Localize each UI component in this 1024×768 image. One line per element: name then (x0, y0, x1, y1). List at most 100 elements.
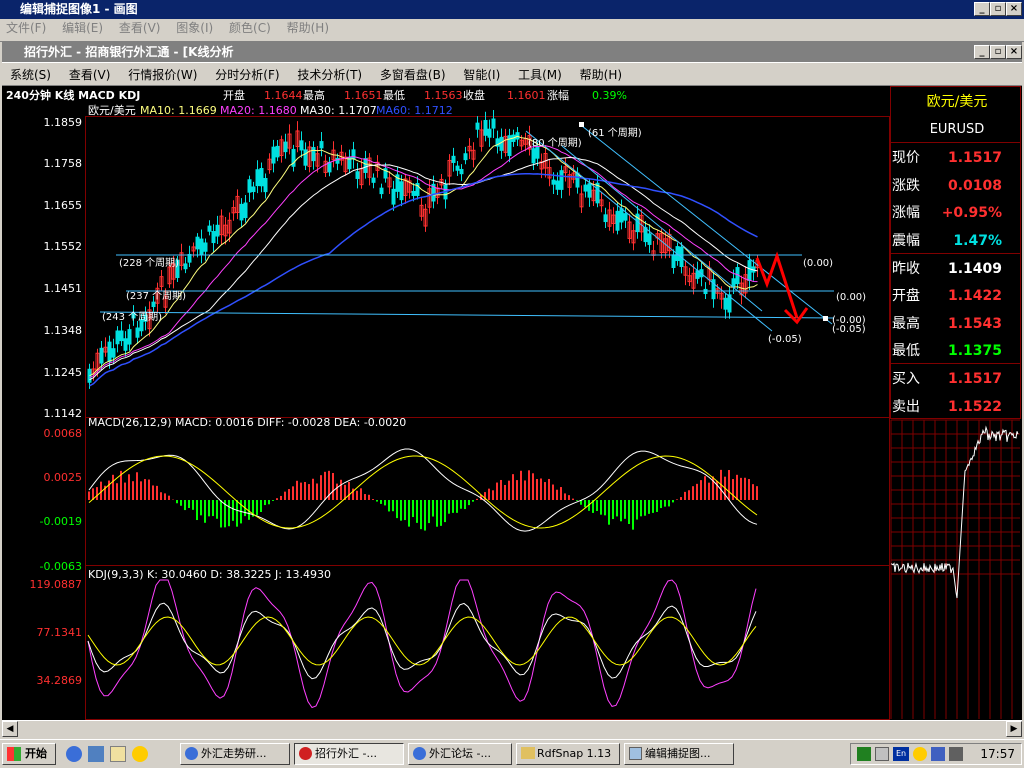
low-value: 1.1563 (424, 89, 463, 102)
app-title-bar: 招行外汇 - 招商银行外汇通 - [K线分析 _ ▫ × (2, 42, 1022, 62)
minimize-button[interactable]: _ (974, 2, 990, 16)
period-label: 240分钟 K线 MACD KDJ (6, 88, 140, 102)
price-tick: 1.1552 (44, 240, 83, 253)
network-icon[interactable] (857, 747, 871, 761)
candle-body (183, 263, 188, 270)
kdj-tick: 34.2869 (37, 674, 83, 687)
candle-body (747, 260, 752, 281)
kdj-series (87, 579, 757, 709)
candle-body (107, 341, 112, 362)
ma30-label: MA30: 1.1707 (300, 104, 377, 117)
candle-body (371, 177, 376, 183)
candle-body (619, 208, 624, 223)
candle-body (379, 187, 384, 195)
macd-tick: 0.0025 (44, 471, 83, 484)
paint-icon (629, 747, 642, 760)
candle-body (243, 202, 248, 219)
menu-colors[interactable]: 颜色(C) (229, 21, 271, 35)
menu-image[interactable]: 图象(I) (176, 21, 213, 35)
tray-icon[interactable] (931, 747, 945, 761)
forex-chart[interactable]: 240分钟 K线 MACD KDJ 开盘 1.1644 最高 1.1651 最低… (2, 86, 1022, 720)
price-tick: 1.1758 (44, 157, 83, 170)
quote-value: 1.1409 (948, 261, 1002, 277)
candle-body (135, 327, 140, 338)
task-forex-forum[interactable]: 外汇论坛 -... (408, 743, 512, 765)
windows-logo-icon (7, 747, 21, 761)
scroll-right-button[interactable]: ▶ (1006, 721, 1022, 737)
price-tick: 1.1142 (44, 407, 83, 420)
price-panel-border (85, 116, 890, 418)
candle-body (647, 233, 652, 245)
quote-value: +0.95% (942, 205, 1002, 221)
app-menu-tools[interactable]: 工具(M) (518, 68, 562, 82)
candle-body (643, 227, 648, 243)
quote-label: 买入 (892, 371, 920, 387)
qq-icon[interactable] (132, 746, 148, 762)
quote-code: EURUSD (930, 122, 985, 137)
task-rdfsnap[interactable]: RdfSnap 1.13 (516, 743, 620, 765)
high-value: 1.1651 (344, 89, 383, 102)
app-menu-system[interactable]: 系统(S) (10, 68, 51, 82)
candle-body (187, 253, 192, 263)
app-minimize-button[interactable]: _ (974, 45, 990, 59)
task-paint[interactable]: 编辑捕捉图... (624, 743, 734, 765)
menu-help[interactable]: 帮助(H) (287, 21, 329, 35)
clock: 17:57 (980, 747, 1015, 761)
app-menu-view[interactable]: 查看(V) (69, 68, 111, 82)
start-button[interactable]: 开始 (2, 743, 56, 765)
price-tick: 1.1655 (44, 199, 83, 212)
close-button[interactable]: × (1006, 2, 1022, 16)
taskbar: 开始 外汇走势研... 招行外汇 -... 外汇论坛 -... RdfSnap … (0, 739, 1024, 768)
candle-body (215, 224, 220, 237)
candle-body (463, 153, 468, 161)
candle-body (263, 178, 268, 193)
candle-body (487, 128, 492, 138)
task-cmb-forex[interactable]: 招行外汇 -... (294, 743, 404, 765)
menu-file[interactable]: 文件(F) (6, 21, 46, 35)
candle-body (483, 119, 488, 136)
quote-label: 涨幅 (892, 205, 920, 221)
candle-body (491, 118, 496, 129)
restore-button[interactable]: ▫ (990, 2, 1006, 16)
task-label: 外汇论坛 -... (429, 747, 491, 760)
tray-icon[interactable] (875, 747, 889, 761)
menu-view[interactable]: 查看(V) (119, 21, 161, 35)
candle-body (283, 141, 288, 153)
qq-tray-icon[interactable] (913, 747, 927, 761)
window-title: 编辑捕捉图像1 - 画图 (20, 2, 138, 16)
app-menu-intraday[interactable]: 分时分析(F) (215, 68, 279, 82)
app-close-button[interactable]: × (1006, 45, 1022, 59)
app-menu-quotes[interactable]: 行情报价(W) (128, 68, 197, 82)
open-value: 1.1644 (264, 89, 303, 102)
outlook-icon[interactable] (88, 746, 104, 762)
annotation-value: (0.00) (803, 258, 833, 269)
app-menu-smart[interactable]: 智能(I) (463, 68, 500, 82)
quote-value: 1.1543 (948, 316, 1002, 332)
app-menu-help[interactable]: 帮助(H) (580, 68, 622, 82)
app-menu-multiwindow[interactable]: 多窗看盘(B) (380, 68, 446, 82)
menu-edit[interactable]: 编辑(E) (62, 21, 103, 35)
macd-tick: 0.0068 (44, 427, 83, 440)
quote-label: 卖出 (892, 399, 920, 415)
scroll-left-button[interactable]: ◀ (2, 721, 18, 737)
app-menu-technical[interactable]: 技术分析(T) (297, 68, 362, 82)
candle-body (459, 168, 464, 175)
chart-area[interactable]: 240分钟 K线 MACD KDJ 开盘 1.1644 最高 1.1651 最低… (2, 86, 1022, 720)
quote-label: 最低 (892, 343, 920, 359)
quote-value: 1.47% (953, 233, 1002, 249)
candle-body (111, 348, 116, 358)
horizontal-scrollbar[interactable]: ◀ ▶ (2, 720, 1022, 738)
task-label: 外汇走势研... (201, 747, 267, 760)
volume-icon[interactable] (949, 747, 963, 761)
app-restore-button[interactable]: ▫ (990, 45, 1006, 59)
change-value: 0.39% (592, 89, 627, 102)
ie-icon[interactable] (66, 746, 82, 762)
candle-body (575, 172, 580, 188)
price-tick: 1.1348 (44, 324, 83, 337)
candle-body (355, 171, 360, 179)
mini-price-line (890, 425, 1019, 599)
notepad-icon[interactable] (110, 746, 126, 762)
task-forex-trend[interactable]: 外汇走势研... (180, 743, 290, 765)
low-label: 最低 (383, 89, 405, 102)
language-icon[interactable]: En (893, 747, 909, 761)
